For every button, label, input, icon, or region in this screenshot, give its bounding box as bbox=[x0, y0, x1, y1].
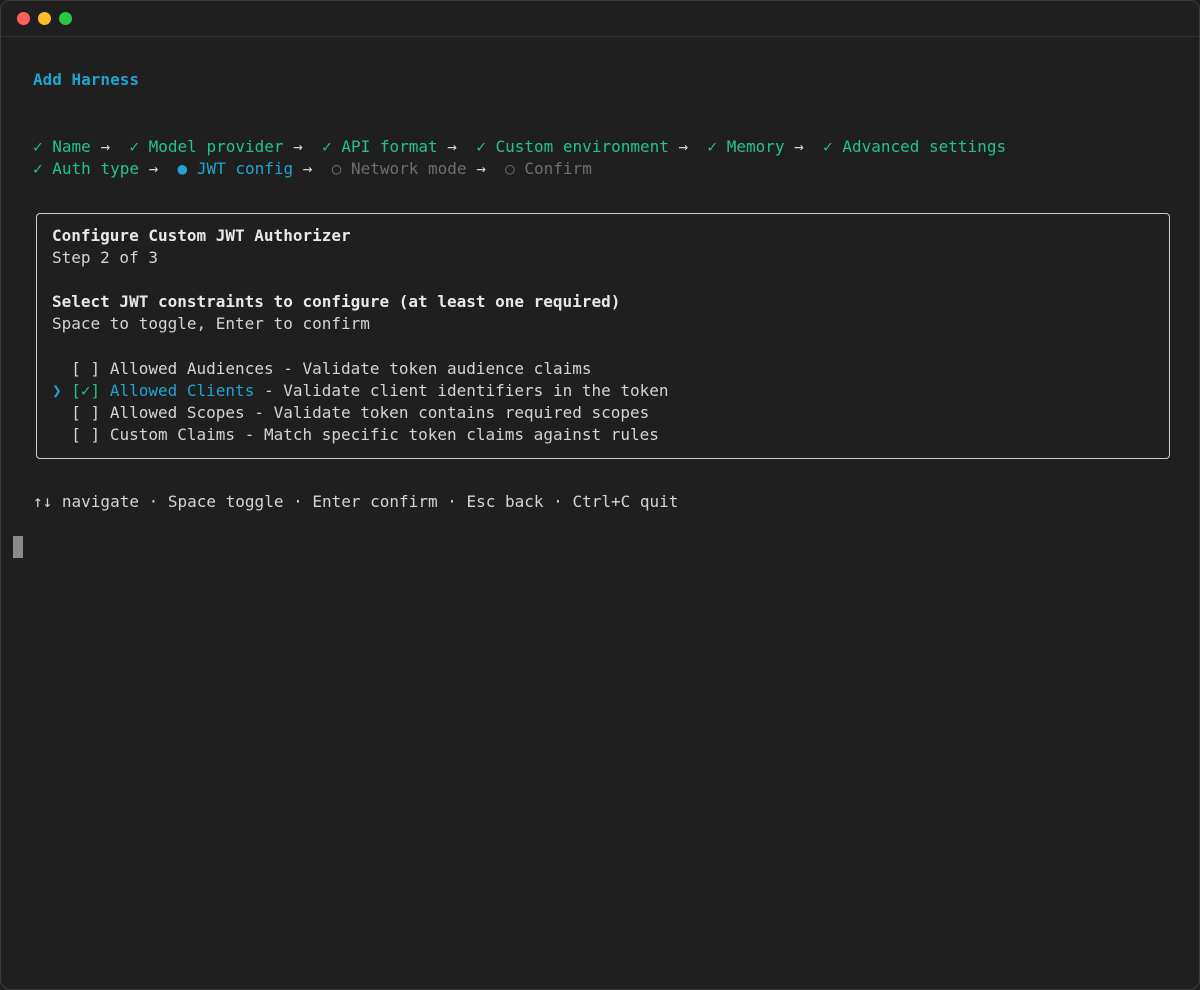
arrow-right-icon: → bbox=[293, 137, 303, 156]
option-label: Custom Claims bbox=[109, 425, 236, 444]
arrow-right-icon: → bbox=[678, 137, 689, 156]
check-icon: ✓ bbox=[322, 137, 332, 156]
arrow-right-icon: → bbox=[148, 159, 159, 178]
checkbox[interactable]: [ ] bbox=[71, 425, 100, 444]
option-label: Allowed Scopes bbox=[109, 403, 245, 422]
option-description: - Validate token contains required scope… bbox=[244, 403, 650, 422]
step-network-mode: Network mode bbox=[350, 159, 467, 178]
option-allowed-clients[interactable]: ❯ [✓] Allowed Clients - Validate client … bbox=[52, 380, 669, 402]
check-icon: ✓ bbox=[129, 137, 139, 156]
constraints-hint: Space to toggle, Enter to confirm bbox=[52, 314, 370, 333]
check-icon: ✓ bbox=[33, 137, 43, 156]
check-icon: ✓ bbox=[823, 137, 833, 156]
option-description: - Validate token audience claims bbox=[273, 359, 592, 378]
current-step-dot-icon: ● bbox=[177, 159, 188, 178]
arrow-right-icon: → bbox=[100, 137, 111, 156]
pending-circle-icon: ○ bbox=[331, 159, 342, 178]
step-model-provider: Model provider bbox=[148, 137, 284, 156]
check-icon: ✓ bbox=[33, 159, 43, 178]
step-name: Name bbox=[52, 137, 91, 156]
panel-title: Configure Custom JWT Authorizer bbox=[52, 226, 351, 245]
option-allowed-audiences[interactable]: [ ] Allowed Audiences - Validate token a… bbox=[52, 358, 591, 380]
terminal-cursor bbox=[13, 536, 23, 558]
option-label: Allowed Clients bbox=[109, 381, 255, 400]
checkbox[interactable]: [ ] bbox=[71, 403, 100, 422]
arrow-right-icon: → bbox=[794, 137, 804, 156]
option-allowed-scopes[interactable]: [ ] Allowed Scopes - Validate token cont… bbox=[52, 402, 649, 424]
option-label: Allowed Audiences bbox=[109, 359, 274, 378]
step-memory: Memory bbox=[726, 137, 785, 156]
checkbox[interactable]: [ ] bbox=[71, 359, 100, 378]
step-api-format: API format bbox=[341, 137, 438, 156]
pending-circle-icon: ○ bbox=[505, 159, 515, 178]
minimize-window-button[interactable] bbox=[38, 12, 51, 25]
check-icon: ✓ bbox=[707, 137, 718, 156]
pointer-indicator bbox=[52, 425, 62, 444]
arrow-right-icon: → bbox=[302, 159, 313, 178]
step-advanced-settings: Advanced settings bbox=[842, 137, 1007, 156]
option-description: - Match specific token claims against ru… bbox=[235, 425, 659, 444]
arrow-right-icon: → bbox=[476, 159, 486, 178]
wizard-steps-row-1: ✓ Name → ✓ Model provider → ✓ API format… bbox=[33, 136, 1006, 158]
step-jwt-config: JWT config bbox=[196, 159, 294, 178]
close-window-button[interactable] bbox=[17, 12, 30, 25]
check-icon: ✓ bbox=[476, 137, 486, 156]
step-custom-environment: Custom environment bbox=[495, 137, 669, 156]
title-bar bbox=[1, 1, 1199, 37]
page-title: Add Harness bbox=[33, 70, 139, 89]
step-indicator: Step 2 of 3 bbox=[52, 248, 158, 267]
option-description: - Validate client identifiers in the tok… bbox=[254, 381, 669, 400]
terminal-window: Add Harness ✓ Name → ✓ Model provider → … bbox=[0, 0, 1200, 990]
step-auth-type: Auth type bbox=[52, 159, 139, 178]
arrow-right-icon: → bbox=[447, 137, 457, 156]
option-custom-claims[interactable]: [ ] Custom Claims - Match specific token… bbox=[52, 424, 659, 446]
wizard-steps-row-2: ✓ Auth type → ● JWT config → ○ Network m… bbox=[33, 158, 592, 180]
step-confirm: Confirm bbox=[524, 159, 592, 178]
checkbox[interactable]: [✓] bbox=[71, 381, 100, 400]
pointer-indicator bbox=[52, 359, 62, 378]
maximize-window-button[interactable] bbox=[59, 12, 72, 25]
chevron-right-icon: ❯ bbox=[52, 381, 62, 400]
constraints-prompt: Select JWT constraints to configure (at … bbox=[52, 292, 621, 311]
pointer-indicator bbox=[52, 403, 62, 422]
keyboard-hints: ↑↓ navigate · Space toggle · Enter confi… bbox=[33, 492, 679, 511]
